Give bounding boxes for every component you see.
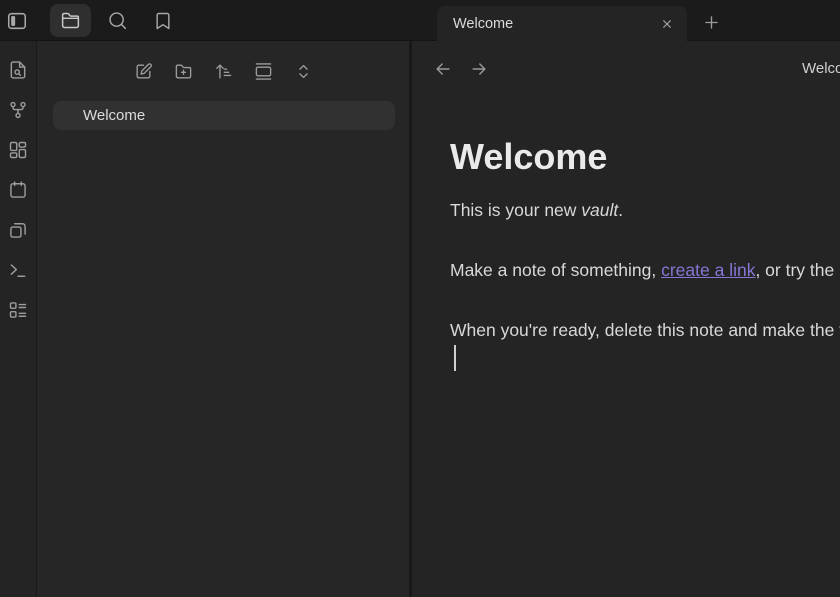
copy-icon: [8, 220, 28, 240]
editor-header: Welcome: [412, 41, 840, 95]
arrow-right-icon: [469, 59, 489, 79]
panel-left-icon: [6, 10, 28, 32]
tab-title: Welcome: [453, 16, 655, 32]
quick-switcher-button[interactable]: [3, 55, 33, 85]
search-icon: [107, 10, 128, 31]
expand-collapse-all-button[interactable]: [287, 55, 319, 87]
layout-list-button[interactable]: [3, 295, 33, 325]
file-item-welcome[interactable]: Welcome: [53, 101, 395, 130]
new-folder-icon: [174, 62, 193, 81]
create-a-link-link[interactable]: create a link: [661, 260, 755, 280]
paragraph: This is your new vault.: [450, 196, 840, 224]
canvas-icon: [8, 140, 28, 160]
plus-icon: [702, 13, 721, 32]
canvas-button[interactable]: [3, 135, 33, 165]
bookmark-icon: [153, 11, 173, 31]
layout-list-icon: [8, 300, 28, 320]
folder-icon: [60, 10, 81, 31]
search-tab-button[interactable]: [100, 4, 134, 37]
gallery-view-button[interactable]: [247, 55, 279, 87]
left-ribbon: [0, 41, 37, 597]
graph-icon: [8, 100, 28, 120]
text-cursor: [454, 345, 456, 371]
bookmarks-tab-button[interactable]: [146, 4, 180, 37]
calendar-icon: [8, 180, 28, 200]
obsidian-window: { "colors": { "topbar_bg": "#1b1b1b", "r…: [0, 0, 840, 597]
file-search-icon: [8, 60, 28, 80]
chevrons-up-down-icon: [294, 62, 313, 81]
sort-order-button[interactable]: [207, 55, 239, 87]
files-tab-button[interactable]: [50, 4, 91, 37]
file-item-label: Welcome: [83, 107, 145, 124]
workspace: Welcome Welcome: [0, 41, 840, 597]
navigate-back-button[interactable]: [430, 56, 456, 82]
file-explorer: Welcome: [37, 41, 412, 597]
editor-pane: Welcome Welcome This is your new vault. …: [412, 41, 840, 597]
view-header-title: Welcome: [802, 60, 840, 77]
arrow-left-icon: [433, 59, 453, 79]
file-list: Welcome: [37, 95, 409, 130]
paragraph: When you're ready, delete this note and …: [450, 316, 840, 344]
note-title: Welcome: [450, 135, 840, 178]
new-note-icon: [134, 62, 153, 81]
graph-view-button[interactable]: [3, 95, 33, 125]
top-bar: Welcome: [0, 0, 840, 41]
empty-line: [450, 344, 840, 372]
toggle-left-sidebar-button[interactable]: [2, 4, 32, 37]
daily-note-button[interactable]: [3, 175, 33, 205]
close-icon[interactable]: [655, 12, 679, 36]
terminal-icon: [8, 260, 28, 280]
new-note-button[interactable]: [127, 55, 159, 87]
gallery-vertical-icon: [254, 62, 273, 81]
new-tab-button[interactable]: [696, 8, 726, 36]
templates-button[interactable]: [3, 215, 33, 245]
sort-icon: [214, 62, 233, 81]
new-folder-button[interactable]: [167, 55, 199, 87]
navigate-forward-button[interactable]: [466, 56, 492, 82]
tab-welcome[interactable]: Welcome: [437, 6, 687, 41]
note-content[interactable]: Welcome This is your new vault. Make a n…: [412, 95, 840, 372]
paragraph: Make a note of something, create a link,…: [450, 256, 840, 284]
file-explorer-toolbar: [37, 47, 409, 95]
command-palette-button[interactable]: [3, 255, 33, 285]
italic-text: vault: [581, 200, 618, 220]
